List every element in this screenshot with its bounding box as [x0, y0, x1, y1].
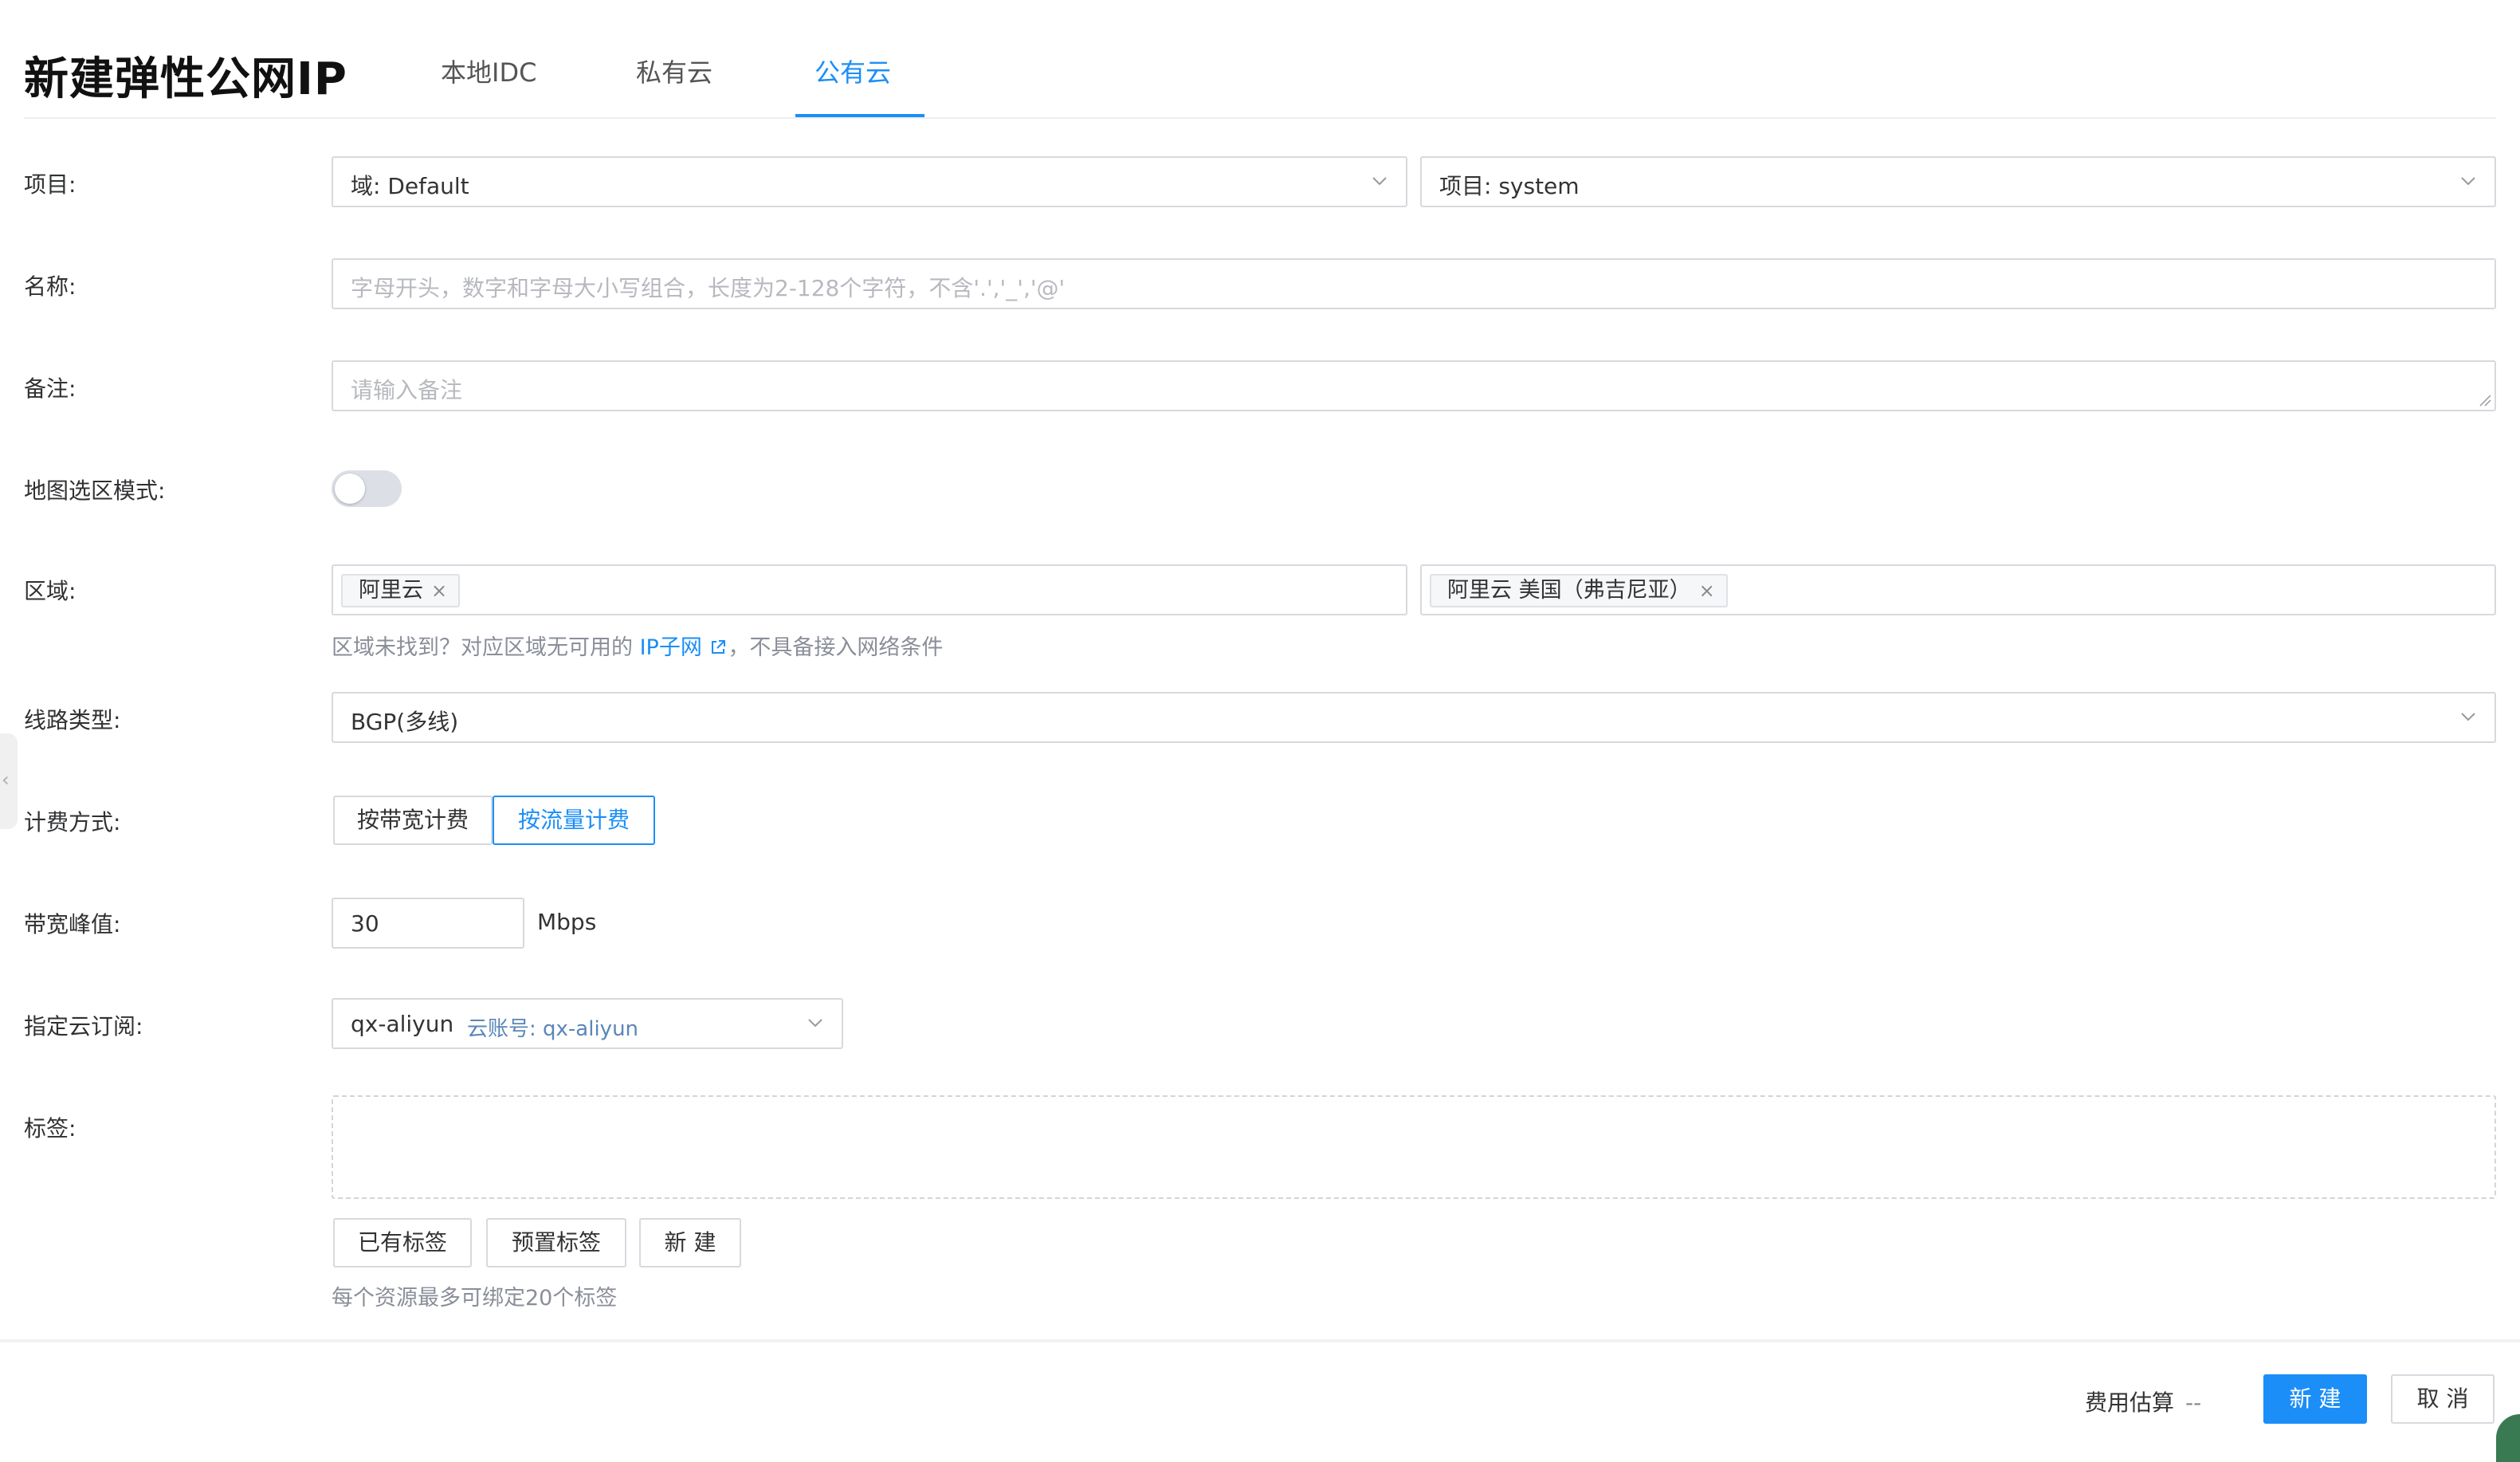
project-select[interactable]: 项目: system [1420, 156, 2496, 207]
region-help-prefix: 区域未找到？对应区域无可用的 [332, 635, 633, 660]
resize-handle-icon[interactable] [2479, 394, 2491, 407]
header-divider [24, 117, 2496, 119]
tags-label: 标签: [24, 1115, 77, 1142]
name-input-placeholder: 字母开头，数字和字母大小写组合，长度为2-128个字符，不含'.','_','@… [351, 275, 1066, 301]
tab-private-cloud[interactable]: 私有云 [636, 53, 712, 89]
name-input[interactable]: 字母开头，数字和字母大小写组合，长度为2-128个字符，不含'.','_','@… [332, 258, 2496, 309]
tab-public-cloud[interactable]: 公有云 [814, 53, 891, 89]
footer-divider [0, 1339, 2520, 1342]
domain-select[interactable]: 域: Default [332, 156, 1407, 207]
billing-bandwidth-button[interactable]: 按带宽计费 [333, 796, 493, 845]
tags-help: 每个资源最多可绑定20个标签 [332, 1286, 618, 1311]
create-eip-page: 新建弹性公网IP 本地IDC 私有云 公有云 ‹ 项目: 域: Default … [0, 0, 2520, 1462]
line-type-label: 线路类型: [24, 707, 121, 733]
name-label: 名称: [24, 273, 77, 300]
chevron-down-icon [807, 1014, 824, 1032]
existing-tags-button[interactable]: 已有标签 [333, 1218, 472, 1267]
map-mode-label: 地图选区模式: [24, 478, 166, 504]
project-select-value: 项目: system [1439, 173, 1580, 199]
fee-estimate-value: -- [2185, 1389, 2202, 1416]
line-type-value: BGP(多线) [351, 709, 459, 735]
map-mode-toggle[interactable] [332, 470, 402, 507]
billing-traffic-button[interactable]: 按流量计费 [493, 796, 655, 845]
region-tag: 阿里云 美国（弗吉尼亚） × [1430, 574, 1728, 607]
close-icon[interactable]: × [431, 580, 447, 602]
close-icon[interactable]: × [1699, 580, 1715, 602]
toggle-knob [335, 474, 365, 504]
remark-label: 备注: [24, 375, 77, 402]
provider-select[interactable]: 阿里云 × [332, 564, 1407, 615]
tab-local-idc[interactable]: 本地IDC [441, 53, 536, 89]
chevron-down-icon [2459, 172, 2477, 190]
provider-tag-text: 阿里云 [359, 578, 423, 603]
fee-estimate-label: 费用估算 [2085, 1389, 2175, 1416]
subscription-label: 指定云订阅: [24, 1013, 143, 1040]
bandwidth-input[interactable]: 30 [332, 898, 524, 949]
region-help-suffix: ，不具备接入网络条件 [728, 635, 944, 660]
fee-estimate: 费用估算 -- [2085, 1385, 2201, 1417]
region-help: 区域未找到？对应区域无可用的 IP子网 ，不具备接入网络条件 [332, 630, 943, 661]
bandwidth-unit: Mbps [537, 909, 597, 935]
project-label: 项目: [24, 171, 77, 198]
collapse-left-icon: ‹ [2, 768, 10, 791]
bandwidth-label: 带宽峰值: [24, 911, 121, 937]
subscription-account: 云账号: qx-aliyun [467, 1017, 639, 1041]
remark-textarea-placeholder: 请输入备注 [351, 377, 463, 403]
page-title: 新建弹性公网IP [24, 53, 347, 105]
create-button[interactable]: 新 建 [2263, 1374, 2367, 1424]
remark-textarea[interactable]: 请输入备注 [332, 360, 2496, 411]
ip-subnet-link[interactable]: IP子网 [640, 635, 702, 660]
corner-decoration [2496, 1414, 2520, 1462]
subscription-value: qx-aliyun [351, 1011, 454, 1037]
external-link-icon[interactable] [709, 635, 728, 660]
preset-tags-button[interactable]: 预置标签 [486, 1218, 626, 1267]
new-tag-button[interactable]: 新 建 [639, 1218, 741, 1267]
region-tag-text: 阿里云 美国（弗吉尼亚） [1447, 578, 1691, 603]
line-type-select[interactable]: BGP(多线) [332, 692, 2496, 743]
tags-area[interactable] [332, 1095, 2496, 1199]
chevron-down-icon [2459, 708, 2477, 725]
provider-tag: 阿里云 × [341, 574, 461, 607]
cancel-button[interactable]: 取 消 [2391, 1374, 2494, 1424]
subscription-select[interactable]: qx-aliyun 云账号: qx-aliyun [332, 998, 843, 1049]
sidebar-collapse-handle[interactable]: ‹ [0, 733, 18, 829]
region-select[interactable]: 阿里云 美国（弗吉尼亚） × [1420, 564, 2496, 615]
billing-label: 计费方式: [24, 809, 121, 835]
bandwidth-value: 30 [351, 910, 379, 937]
chevron-down-icon [1371, 172, 1388, 190]
domain-select-value: 域: Default [351, 173, 469, 199]
region-label: 区域: [24, 578, 77, 604]
